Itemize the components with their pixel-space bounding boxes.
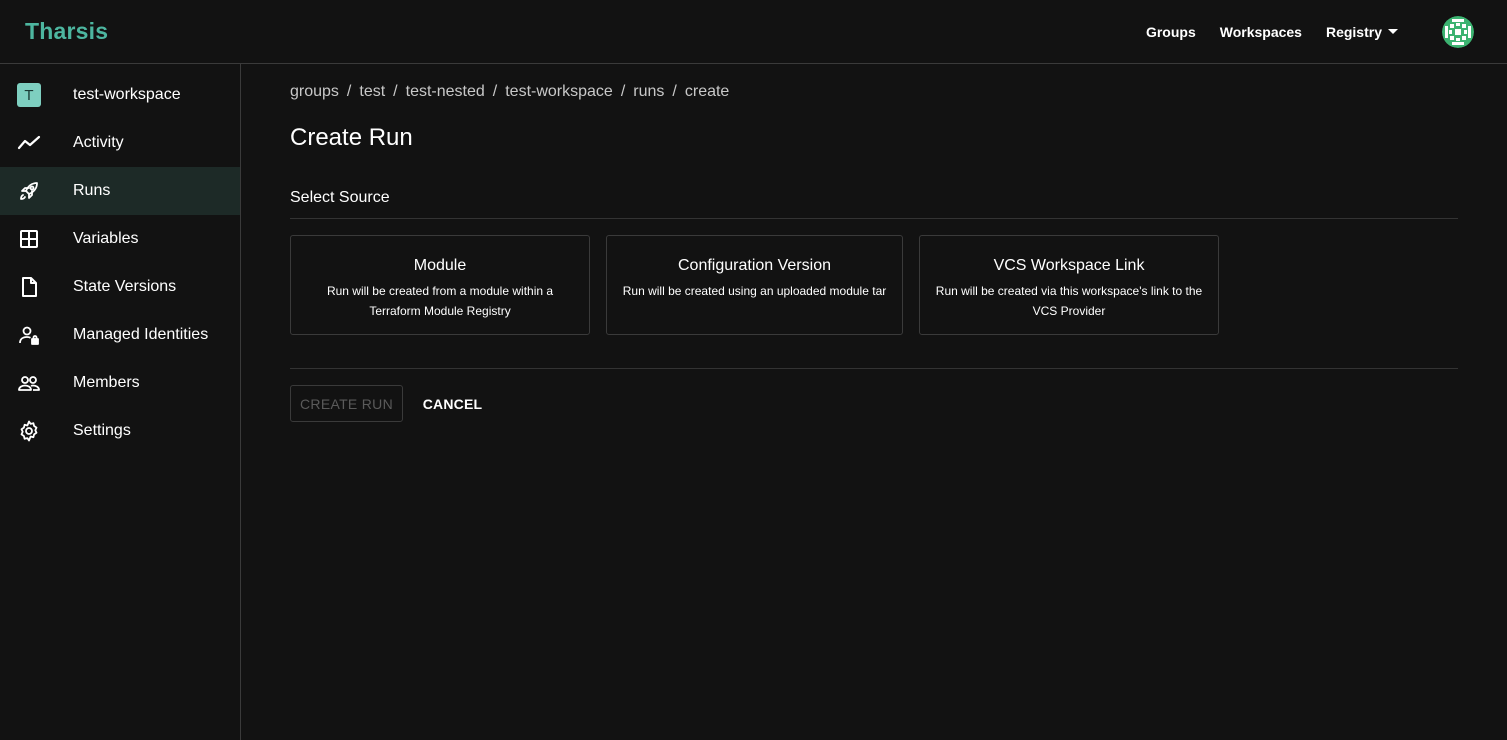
sidebar-item-members[interactable]: Members [0, 359, 240, 407]
divider [290, 368, 1458, 369]
user-lock-icon [17, 323, 41, 347]
grid-icon [17, 227, 41, 251]
breadcrumb-test-nested[interactable]: test-nested [406, 83, 485, 101]
breadcrumb-separator: / [492, 83, 498, 100]
card-description: Run will be created via this workspace's… [935, 284, 1203, 318]
card-title: VCS Workspace Link [993, 257, 1145, 274]
sidebar-item-settings[interactable]: Settings [0, 407, 240, 455]
sidebar-item-label: State Versions [73, 278, 177, 295]
sidebar-item-label: Activity [73, 134, 124, 151]
activity-icon [17, 131, 41, 155]
card-title: Module [413, 257, 467, 274]
gear-icon [17, 419, 41, 443]
breadcrumb-separator: / [346, 83, 352, 100]
nav-registry-menu[interactable]: Registry [1326, 24, 1398, 40]
workspace-badge-icon: T [17, 83, 41, 107]
sidebar: T test-workspace Activity Runs Variables… [0, 64, 241, 740]
divider [290, 218, 1458, 219]
sidebar-item-label: Managed Identities [73, 326, 209, 343]
nav-workspaces-link[interactable]: Workspaces [1220, 24, 1302, 40]
sidebar-item-runs[interactable]: Runs [0, 167, 240, 215]
nav-registry-label: Registry [1325, 23, 1382, 40]
source-card-module[interactable]: Module Run will be created from a module… [290, 235, 590, 335]
breadcrumb: groups / test / test-nested / test-works… [290, 83, 729, 101]
source-card-configuration-version[interactable]: Configuration Version Run will be create… [606, 235, 903, 335]
cancel-button[interactable]: CANCEL [414, 385, 491, 422]
breadcrumb-groups[interactable]: groups [290, 83, 339, 101]
breadcrumb-create: create [684, 83, 730, 100]
top-app-bar: Tharsis Groups Workspaces Registry [0, 0, 1507, 64]
people-icon [17, 371, 41, 395]
file-icon [17, 275, 41, 299]
card-title: Configuration Version [678, 257, 831, 274]
sidebar-item-label: Members [73, 374, 140, 391]
sidebar-item-managed-identities[interactable]: Managed Identities [0, 311, 240, 359]
rocket-icon [17, 179, 41, 203]
breadcrumb-test-workspace[interactable]: test-workspace [505, 83, 613, 101]
sidebar-item-workspace[interactable]: T test-workspace [0, 71, 240, 119]
breadcrumb-separator: / [393, 83, 398, 100]
nav-groups-link[interactable]: Groups [1146, 24, 1196, 40]
section-label: Select Source [290, 189, 390, 206]
page-title: Create Run [290, 124, 413, 151]
top-nav: Groups Workspaces Registry [1146, 0, 1507, 63]
sidebar-item-label: Settings [73, 422, 131, 439]
breadcrumb-runs[interactable]: runs [633, 83, 664, 101]
breadcrumb-separator: / [672, 83, 677, 100]
sidebar-item-label: test-workspace [73, 86, 181, 103]
sidebar-item-state-versions[interactable]: State Versions [0, 263, 240, 311]
sidebar-item-label: Variables [73, 230, 139, 247]
workspace-badge-icon-wrap: T [17, 83, 41, 107]
main-content: groups / test / test-nested / test-works… [290, 64, 1458, 740]
sidebar-item-variables[interactable]: Variables [0, 215, 240, 263]
card-description: Run will be created using an uploaded mo… [622, 284, 887, 298]
brand-logo[interactable]: Tharsis [25, 18, 108, 45]
card-description: Run will be created from a module within… [326, 284, 554, 318]
chevron-down-icon [1388, 29, 1398, 34]
sidebar-item-activity[interactable]: Activity [0, 119, 240, 167]
avatar-pattern-icon [1442, 15, 1474, 48]
sidebar-item-label: Runs [73, 182, 111, 199]
breadcrumb-separator: / [620, 83, 626, 100]
source-card-vcs-workspace-link[interactable]: VCS Workspace Link Run will be created v… [919, 235, 1219, 335]
breadcrumb-test[interactable]: test [359, 83, 385, 101]
user-avatar[interactable] [1442, 15, 1474, 48]
create-run-button[interactable]: CREATE RUN [290, 385, 403, 422]
